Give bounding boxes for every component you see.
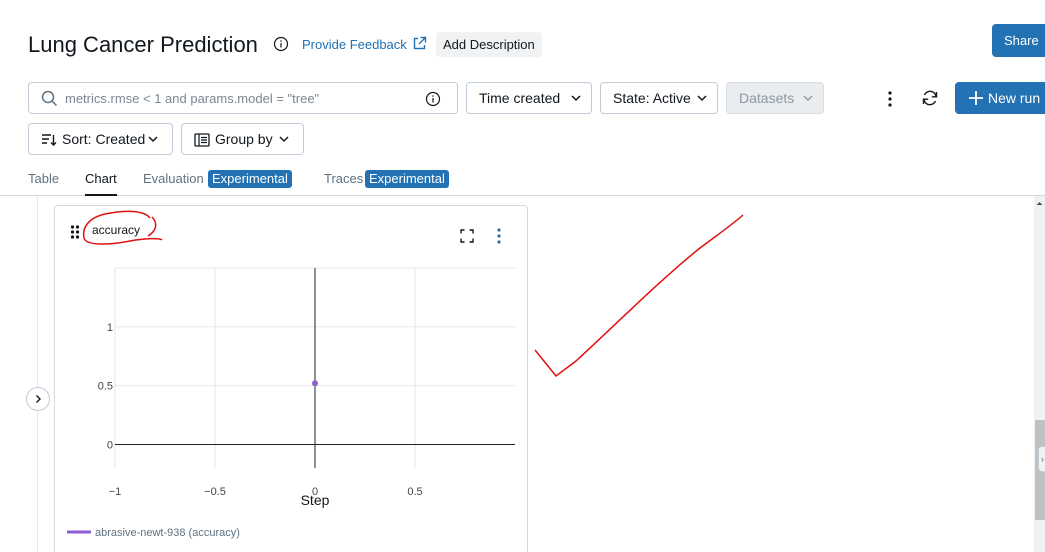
chevron-down-icon	[148, 136, 158, 143]
tab-traces[interactable]: Traces	[324, 171, 363, 186]
refresh-icon[interactable]	[921, 89, 939, 107]
chevron-down-icon	[803, 95, 813, 102]
page-title: Lung Cancer Prediction	[28, 32, 258, 57]
scroll-up-arrow-icon[interactable]	[1035, 199, 1044, 208]
chevron-down-icon	[571, 95, 581, 102]
group-by-dropdown[interactable]: Group by	[181, 123, 304, 155]
sort-dropdown[interactable]: Sort: Created	[28, 123, 173, 155]
state-label: State: Active	[613, 90, 691, 106]
chevron-down-icon	[279, 136, 289, 143]
expand-sidebar-button[interactable]	[26, 387, 50, 411]
chart-legend: abrasive-newt-938 (accuracy)	[67, 527, 240, 539]
legend-label: abrasive-newt-938 (accuracy)	[95, 527, 240, 539]
search-icon	[41, 90, 58, 107]
chart-axes	[115, 268, 515, 468]
chart-points	[312, 380, 318, 387]
search-placeholder: metrics.rmse < 1 and params.model = "tre…	[65, 91, 320, 106]
accuracy-chart: 00.51−1 −0.5 0 0.5 Step abrasive-newt-938 (…	[67, 267, 515, 539]
chevron-down-icon	[697, 95, 707, 102]
plus-icon	[969, 91, 983, 105]
provide-feedback-link[interactable]: Provide Feedback	[302, 37, 407, 52]
tab-chart[interactable]: Chart	[85, 171, 117, 186]
side-panel-toggle[interactable]: ›	[1038, 446, 1045, 472]
tab-table[interactable]: Table	[28, 171, 59, 186]
time-created-label: Time created	[479, 90, 561, 106]
search-info-icon[interactable]	[425, 91, 441, 107]
x-tick-label: −0.5	[204, 486, 226, 498]
time-created-dropdown[interactable]: Time created	[466, 82, 592, 114]
chart-card: accuracy 0 0.5 1 −1 −0.5 0 0.5 Step abrasive-n…	[54, 205, 528, 552]
data-point	[312, 380, 318, 387]
x-tick-label: 0.5	[407, 486, 422, 498]
new-run-label: New run	[988, 90, 1041, 106]
sort-label: Sort: Created	[62, 131, 146, 147]
chart-ticks: 00.51−1 −0.5 0 0.5	[98, 322, 423, 498]
experimental-badge: Experimental	[208, 170, 292, 188]
group-by-label: Group by	[215, 131, 273, 147]
more-options-icon[interactable]	[884, 90, 896, 108]
experimental-badge: Experimental	[365, 170, 449, 188]
new-run-button[interactable]: New run	[955, 82, 1045, 114]
y-tick-label: 0.5	[98, 381, 113, 393]
tab-evaluation[interactable]: Evaluation	[143, 171, 204, 186]
group-icon	[194, 133, 210, 147]
x-tick-label: −1	[109, 486, 122, 498]
share-button[interactable]: Share	[992, 24, 1045, 57]
chevron-right-icon	[36, 395, 41, 403]
view-tabs: Table Chart Evaluation Experimental Trac…	[0, 166, 1045, 196]
state-dropdown[interactable]: State: Active	[600, 82, 718, 114]
info-icon[interactable]	[273, 36, 289, 52]
x-axis-label: Step	[301, 492, 330, 508]
datasets-label: Datasets	[739, 90, 795, 106]
y-tick-label: 0	[107, 439, 113, 451]
external-link-icon[interactable]	[412, 36, 427, 51]
y-tick-label: 1	[107, 322, 113, 334]
sort-icon	[42, 134, 57, 146]
add-description-button[interactable]: Add Description	[436, 32, 542, 57]
datasets-dropdown[interactable]: Datasets	[726, 82, 824, 114]
search-input[interactable]: metrics.rmse < 1 and params.model = "tre…	[28, 82, 458, 114]
